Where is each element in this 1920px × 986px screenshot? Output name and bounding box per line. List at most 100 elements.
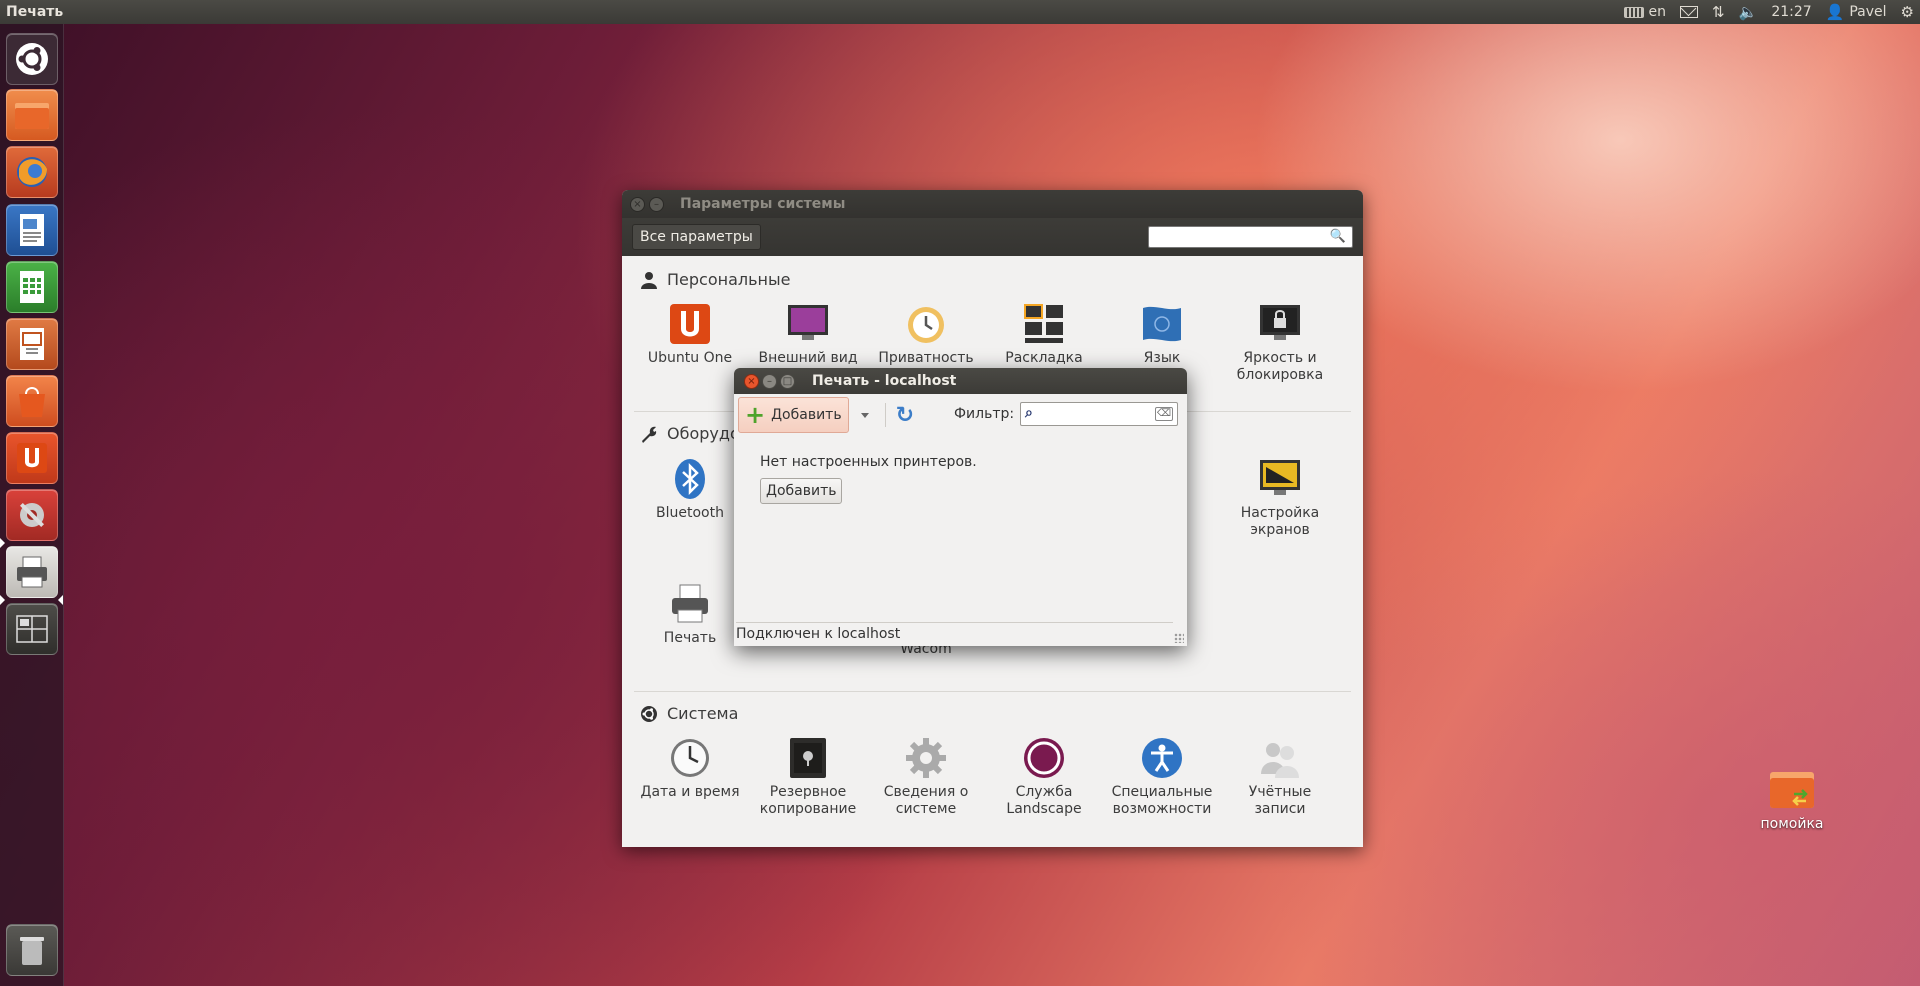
close-button[interactable]: ×: [630, 196, 645, 212]
add-dropdown-arrow-icon[interactable]: [860, 412, 869, 418]
clock-history-icon: [908, 307, 944, 343]
item-user-accounts-label: Учётные записи: [1248, 784, 1312, 817]
running-indicator: [0, 595, 5, 605]
printing-titlebar: × – □ Печать - localhost: [734, 368, 1187, 394]
keyboard-layout: en: [1648, 4, 1667, 20]
resize-grip-icon[interactable]: [1174, 633, 1184, 643]
minimize-button[interactable]: –: [649, 196, 664, 212]
spreadsheet-icon: [20, 271, 44, 303]
item-accessibility[interactable]: Специальные возможности: [1107, 736, 1217, 818]
settings-titlebar: × – Параметры системы: [622, 190, 1363, 218]
presentation-icon: [20, 328, 44, 360]
item-backup[interactable]: Резервное копирование: [753, 736, 863, 818]
software-center-launcher[interactable]: [6, 375, 58, 427]
clear-icon[interactable]: ⌫: [1154, 407, 1173, 421]
messaging-indicator[interactable]: [1680, 6, 1699, 18]
minimize-button[interactable]: –: [762, 373, 777, 389]
session-gear-icon[interactable]: ⚙: [1901, 4, 1914, 20]
item-system-info[interactable]: Сведения о системе: [871, 736, 981, 818]
trash-icon: [20, 937, 44, 965]
network-icon[interactable]: ⇅: [1712, 4, 1725, 20]
printer-icon: [672, 584, 708, 623]
printer-icon: [17, 556, 47, 588]
calc-launcher[interactable]: [6, 261, 58, 313]
filter-input[interactable]: ⌕ ⌫: [1020, 402, 1178, 426]
item-backup-label: Резервное копирование: [759, 784, 857, 817]
keyboard-indicator[interactable]: en: [1623, 4, 1667, 20]
workspace-switcher-launcher[interactable]: [6, 603, 58, 655]
folder-icon: [1770, 772, 1814, 808]
add-printer-button[interactable]: Добавить: [760, 478, 843, 504]
printing-launcher[interactable]: [6, 546, 58, 598]
system-settings-launcher[interactable]: [6, 489, 58, 541]
running-indicator: [0, 538, 5, 548]
item-appearance[interactable]: Внешний вид: [753, 302, 863, 367]
item-displays[interactable]: Настройка экранов: [1225, 457, 1335, 539]
plus-icon: +: [745, 401, 766, 429]
section-personal: Персональные: [640, 270, 790, 289]
person-icon: [641, 271, 657, 289]
item-printing[interactable]: Печать: [635, 582, 745, 647]
item-ubuntu-one[interactable]: Ubuntu One: [635, 302, 745, 367]
gear-icon: [906, 738, 946, 778]
all-settings-button[interactable]: Все параметры: [632, 224, 761, 250]
item-bluetooth-label: Bluetooth: [656, 505, 724, 521]
item-appearance-label: Внешний вид: [758, 350, 858, 366]
clock[interactable]: 21:27: [1771, 4, 1811, 20]
item-privacy[interactable]: Приватность: [871, 302, 981, 367]
windows-layout-icon: [1024, 304, 1063, 343]
shopping-bag-icon: [19, 387, 45, 417]
desktop-trash-label: помойка: [1760, 816, 1824, 832]
desktop-trash-folder[interactable]: помойка: [1752, 768, 1832, 832]
firefox-launcher[interactable]: [6, 146, 58, 198]
ubuntu-one-icon: [670, 304, 710, 344]
close-button[interactable]: ×: [744, 373, 759, 389]
maximize-button[interactable]: □: [780, 373, 795, 389]
monitor-purple-icon: [788, 305, 828, 340]
refresh-icon[interactable]: ↻: [896, 403, 914, 428]
settings-search-input[interactable]: 🔍: [1148, 226, 1353, 248]
files-launcher[interactable]: [6, 89, 58, 141]
wrench-icon: [642, 426, 657, 443]
item-layout-label: Раскладка: [1005, 350, 1083, 366]
item-user-accounts[interactable]: Учётные записи: [1225, 736, 1335, 818]
item-date-time[interactable]: Дата и время: [635, 736, 745, 801]
search-icon: 🔍: [1329, 229, 1346, 244]
launcher: [0, 24, 64, 986]
section-personal-label: Персональные: [667, 270, 791, 289]
landscape-icon: [1024, 738, 1064, 778]
toolbar-separator: [884, 403, 886, 427]
display-settings-icon: [1260, 460, 1300, 495]
user-indicator[interactable]: 👤 Pavel: [1826, 4, 1887, 20]
keyboard-icon: [1623, 6, 1644, 18]
indicator-area: en ⇅ 🔈 21:27 👤 Pavel ⚙: [1623, 4, 1914, 20]
add-printer-toolbar-button[interactable]: + Добавить: [738, 397, 849, 433]
folder-icon: [15, 103, 49, 129]
dash-home-button[interactable]: [6, 33, 58, 85]
section-system-label: Система: [667, 704, 739, 723]
firefox-icon: [17, 157, 47, 187]
writer-launcher[interactable]: [6, 204, 58, 256]
search-icon: ⌕: [1025, 405, 1033, 421]
item-bluetooth[interactable]: Bluetooth: [635, 457, 745, 522]
section-hardware: Оборудо: [640, 424, 740, 443]
trash-launcher[interactable]: [6, 924, 58, 976]
volume-icon[interactable]: 🔈: [1739, 4, 1758, 20]
item-accessibility-label: Специальные возможности: [1111, 784, 1213, 817]
item-language-label: Язык: [1143, 350, 1181, 366]
item-privacy-label: Приватность: [878, 350, 974, 366]
user-name: Pavel: [1849, 4, 1887, 20]
item-landscape[interactable]: Служба Landscape: [989, 736, 1099, 818]
ubuntu-one-launcher[interactable]: [6, 432, 58, 484]
mail-icon: [1680, 6, 1699, 18]
item-language[interactable]: Язык: [1107, 302, 1217, 367]
no-printers-message: Нет настроенных принтеров.: [760, 454, 977, 470]
item-ubuntu-one-label: Ubuntu One: [647, 350, 733, 366]
user-icon: 👤: [1825, 2, 1845, 21]
item-layout[interactable]: Раскладка: [989, 302, 1099, 367]
settings-window-title: Параметры системы: [680, 196, 846, 212]
impress-launcher[interactable]: [6, 318, 58, 370]
item-brightness-lock-label: Яркость и блокировка: [1236, 350, 1324, 383]
section-hardware-label: Оборудо: [667, 424, 740, 443]
item-brightness-lock[interactable]: Яркость и блокировка: [1225, 302, 1335, 384]
